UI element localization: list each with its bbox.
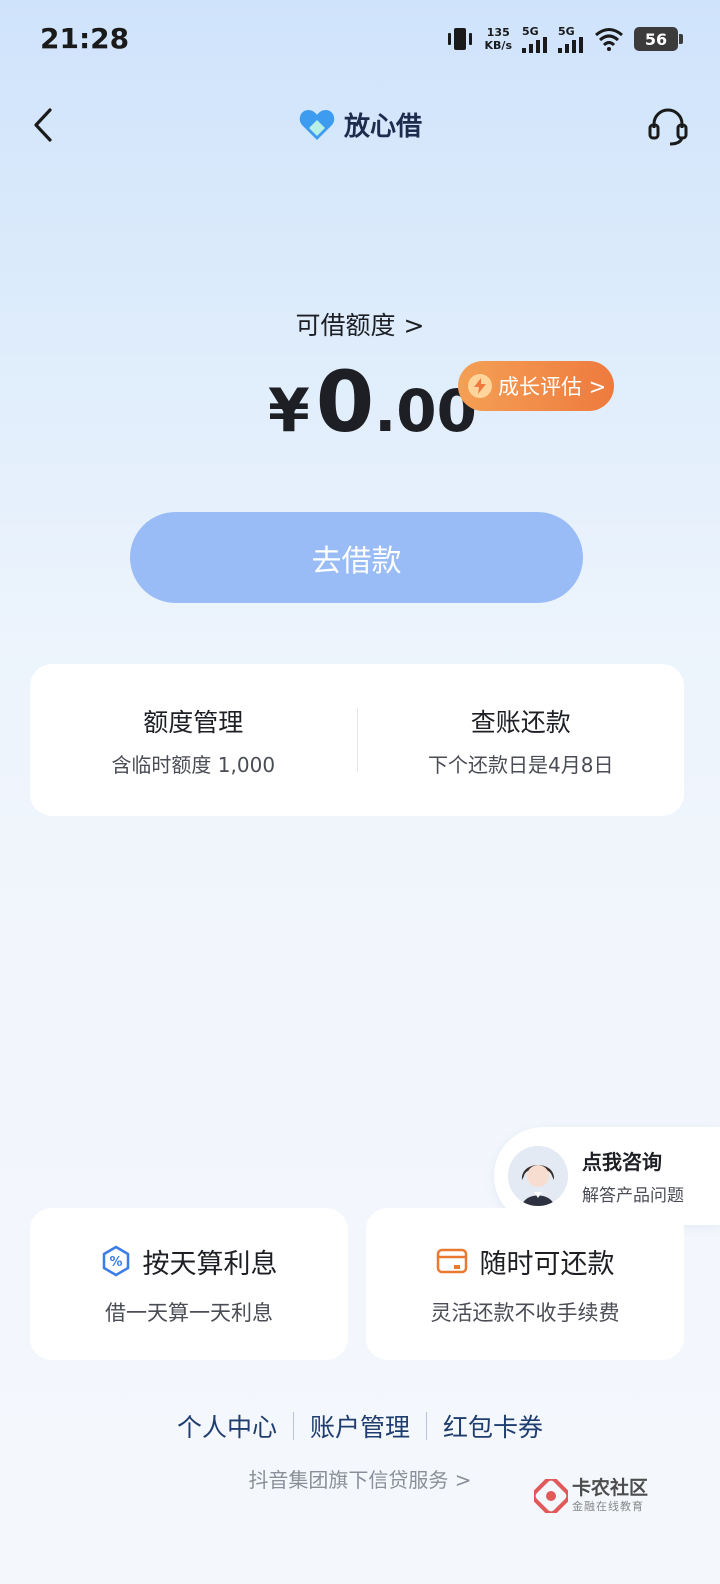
feature-title: 随时可还款 [479,1248,615,1280]
amount-integer: 0 [315,353,375,451]
watermark-text: 卡农社区 金融在线教育 [572,1478,648,1514]
signal-bars-icon [522,36,547,53]
bill-repayment[interactable]: 查账还款 下个还款日是4月8日 [358,664,685,816]
signal-5g-1: 5G [522,26,548,53]
account-card: 额度管理 含临时额度 1,000 查账还款 下个还款日是4月8日 [30,664,684,816]
status-icons: 135 KB/s 5G 5G 56 [445,24,683,54]
currency-symbol: ¥ [268,376,310,446]
signal-label: 5G [558,24,575,38]
available-amount: ¥ 0 .00 [268,360,477,446]
heart-logo-icon [299,109,335,140]
growth-assessment-button[interactable]: 成长评估 > [458,361,614,411]
link-personal-center[interactable]: 个人中心 [161,1408,293,1444]
feature-repay-anytime: 随时可还款 灵活还款不收手续费 [366,1208,684,1360]
net-speed-unit: KB/s [484,39,512,52]
available-limit-label[interactable]: 可借额度 > [0,306,720,342]
lightning-icon [468,374,492,398]
watermark-logo-icon [534,1479,568,1513]
brand-title: 放心借 [343,112,422,142]
limit-management-title: 额度管理 [143,707,244,737]
agent-avatar [508,1146,568,1206]
bill-repayment-sub: 下个还款日是4月8日 [428,752,614,777]
status-time: 21:28 [40,22,130,55]
limit-management[interactable]: 额度管理 含临时额度 1,000 [30,664,357,816]
brand: 放心借 [0,106,720,143]
svg-text:%: % [109,1255,122,1270]
battery-icon: 56 [634,27,683,51]
signal-5g-2: 5G [558,26,584,53]
feature-title: 按天算利息 [142,1248,278,1280]
feature-head: 随时可还款 [436,1242,615,1281]
watermark-title: 卡农社区 [572,1477,649,1499]
signal-label: 5G [522,24,539,38]
net-speed: 135 KB/s [485,26,512,52]
feature-daily-interest: % 按天算利息 借一天算一天利息 [30,1208,348,1360]
consult-text: 点我咨询 解答产品问题 [582,1146,684,1206]
top-nav: 放心借 [0,90,720,160]
footer-links: 个人中心 账户管理 红包卡券 [0,1408,720,1444]
feature-head: % 按天算利息 [101,1242,278,1281]
customer-service-icon[interactable] [646,104,690,148]
link-coupons[interactable]: 红包卡券 [427,1408,559,1444]
growth-assessment-label: 成长评估 > [498,375,607,399]
link-account-management[interactable]: 账户管理 [294,1408,426,1444]
net-speed-value: 135 [486,26,510,39]
watermark-sub: 金融在线教育 [572,1500,644,1513]
feature-sub: 借一天算一天利息 [105,1300,273,1325]
signal-bars-icon [558,36,583,53]
percent-shield-icon: % [102,1245,129,1277]
borrow-button[interactable]: 去借款 [130,512,583,603]
wifi-icon [595,28,623,51]
status-bar: 21:28 135 KB/s 5G 5G 56 [0,0,720,80]
vibrate-icon [447,28,472,50]
consult-title: 点我咨询 [582,1150,662,1174]
bill-repayment-title: 查账还款 [470,707,571,737]
wallet-icon [436,1248,467,1274]
limit-management-sub: 含临时额度 1,000 [111,752,276,777]
feature-sub: 灵活还款不收手续费 [430,1300,620,1325]
consult-sub: 解答产品问题 [582,1186,684,1206]
watermark: 卡农社区 金融在线教育 [534,1478,648,1514]
